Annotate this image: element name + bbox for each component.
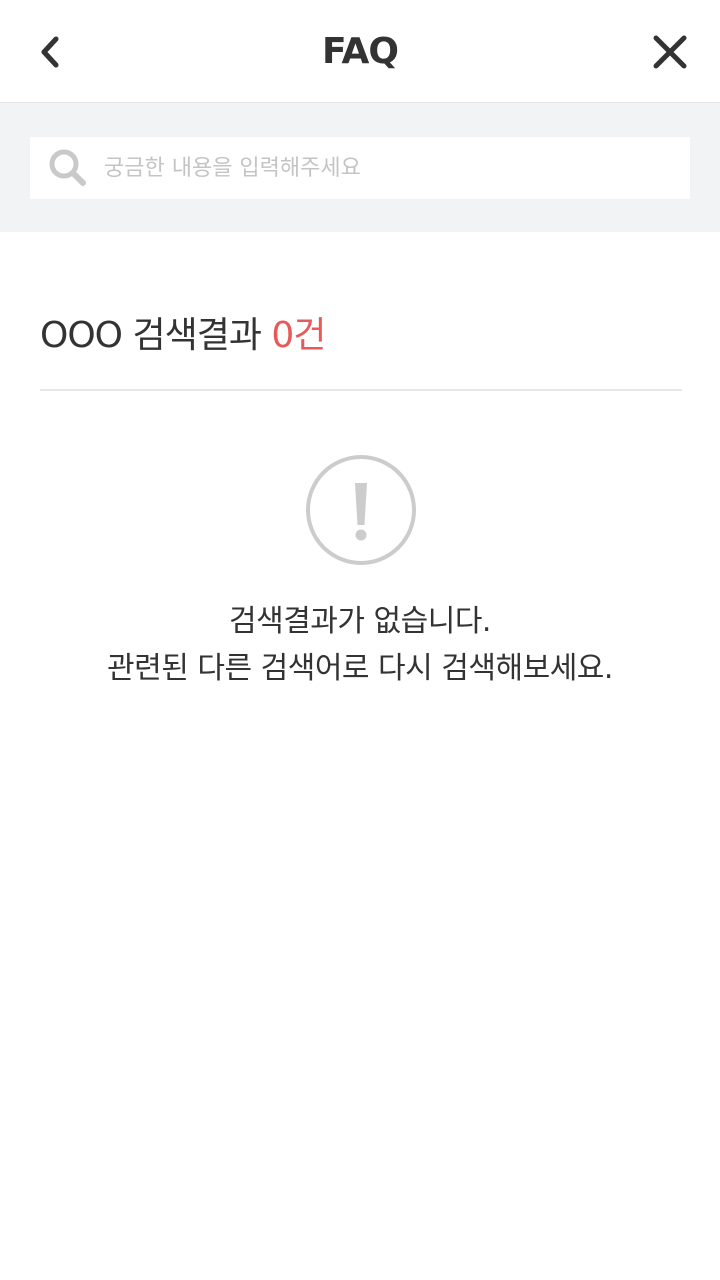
search-icon <box>49 149 86 186</box>
search-query: OOO <box>40 315 123 356</box>
divider <box>40 389 682 391</box>
results-heading: OOO 검색결과 0건 <box>40 312 326 360</box>
faq-search-page: FAQ OOO 검색결과 0건 검색결과가 없습니다. 관련된 다른 검색어로 … <box>0 0 720 1280</box>
search-area <box>0 103 720 232</box>
results-count: 0건 <box>271 315 326 356</box>
empty-message-line1: 검색결과가 없습니다. <box>229 604 491 639</box>
close-button[interactable] <box>642 22 698 82</box>
search-input[interactable] <box>104 137 690 199</box>
close-icon <box>653 35 687 69</box>
exclamation-circle-icon <box>306 455 416 565</box>
results-label: 검색결과 <box>132 315 261 356</box>
top-app-bar: FAQ <box>0 0 720 103</box>
empty-message-line2: 관련된 다른 검색어로 다시 검색해보세요. <box>107 651 613 686</box>
search-box[interactable] <box>30 137 690 199</box>
page-title: FAQ <box>322 31 399 72</box>
